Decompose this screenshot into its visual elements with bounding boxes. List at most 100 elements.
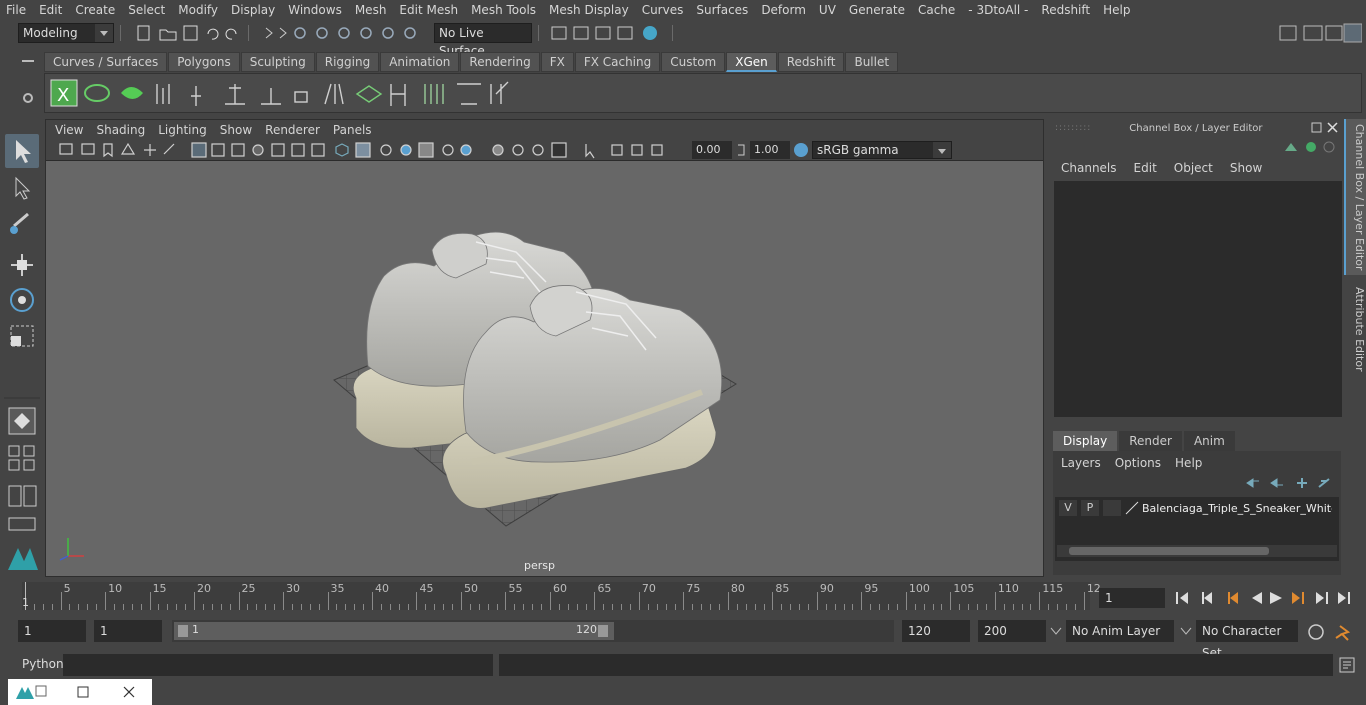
panel-window-icons[interactable] [1310, 121, 1340, 135]
menu-uv[interactable]: UV [819, 3, 836, 17]
layer-row[interactable]: V P Balenciaga_Triple_S_Sneaker_White_l [1055, 499, 1339, 517]
shelf-tab-redshift[interactable]: Redshift [777, 52, 845, 72]
channelbox-menu-channels[interactable]: Channels [1061, 161, 1117, 175]
layer-buttons[interactable] [1243, 475, 1333, 491]
tab-display[interactable]: Display [1053, 431, 1118, 451]
shelf-tab-custom[interactable]: Custom [661, 52, 726, 72]
menu-mesh-display[interactable]: Mesh Display [549, 3, 629, 17]
toolbox-icons[interactable] [0, 130, 44, 580]
range-left-grip[interactable] [178, 625, 188, 637]
scrollbar-thumb[interactable] [1069, 547, 1269, 555]
menu-mesh-tools[interactable]: Mesh Tools [471, 3, 536, 17]
channelbox-menu-edit[interactable]: Edit [1134, 161, 1157, 175]
playback-start-field[interactable]: 1 [94, 620, 162, 642]
channelbox-menu-object[interactable]: Object [1174, 161, 1213, 175]
viewport-menu-renderer[interactable]: Renderer [265, 123, 320, 137]
range-slider-handle[interactable]: 1 120 [174, 622, 614, 640]
playback-end-field[interactable]: 120 [902, 620, 970, 642]
layer-visibility-toggle[interactable]: V [1059, 500, 1077, 516]
menu-mesh[interactable]: Mesh [355, 3, 387, 17]
gamma-field[interactable]: 1.00 [750, 140, 790, 159]
arrow-icons[interactable] [260, 24, 290, 42]
colorspace-dropdown[interactable]: sRGB gamma [812, 140, 952, 159]
shelf-tab-rendering[interactable]: Rendering [460, 52, 540, 72]
shelf-tab-bullet[interactable]: Bullet [845, 52, 899, 72]
character-set-field[interactable]: No Character Set [1196, 620, 1298, 660]
live-surface-field[interactable]: No Live Surface [434, 23, 532, 58]
range-slider-track[interactable]: 1 120 [172, 620, 894, 642]
layer-menu-options[interactable]: Options [1115, 456, 1161, 470]
timeline-tick [852, 604, 854, 610]
viewport-menu-shading[interactable]: Shading [96, 123, 145, 137]
layer-playback-toggle[interactable]: P [1081, 500, 1099, 516]
chevron-down-icon[interactable] [1050, 626, 1062, 636]
range-right-grip[interactable] [598, 625, 608, 637]
viewport-persp[interactable]: View Shading Lighting Show Renderer Panels [45, 119, 1044, 577]
menu-select[interactable]: Select [128, 3, 165, 17]
menu-curves[interactable]: Curves [642, 3, 684, 17]
menu-3dtoall[interactable]: - 3DtoAll - [968, 3, 1028, 17]
layer-menu-layers[interactable]: Layers [1061, 456, 1101, 470]
layers-scrollbar[interactable] [1057, 545, 1337, 557]
end-time-field[interactable]: 200 [978, 620, 1046, 642]
workspace-icons[interactable] [1276, 22, 1362, 44]
shelf-tab-sculpting[interactable]: Sculpting [240, 52, 315, 72]
menu-windows[interactable]: Windows [288, 3, 342, 17]
render-icons[interactable] [550, 24, 666, 42]
viewport-menu-view[interactable]: View [55, 123, 83, 137]
viewport-menu-show[interactable]: Show [220, 123, 252, 137]
viewport-menu-panels[interactable]: Panels [333, 123, 372, 137]
menu-create[interactable]: Create [75, 3, 115, 17]
anim-prefs-icons[interactable] [1306, 622, 1362, 642]
chevron-down-icon[interactable] [1180, 626, 1192, 636]
shelf-options-icons[interactable] [20, 58, 36, 108]
menu-display[interactable]: Display [231, 3, 275, 17]
menu-file[interactable]: File [6, 3, 26, 17]
menu-edit-mesh[interactable]: Edit Mesh [399, 3, 458, 17]
viewport-menu-lighting[interactable]: Lighting [158, 123, 207, 137]
menu-cache[interactable]: Cache [918, 3, 955, 17]
playback-controls[interactable] [1172, 588, 1362, 608]
anim-layer-field[interactable]: No Anim Layer [1066, 620, 1174, 642]
shelf-tab-curves-surfaces[interactable]: Curves / Surfaces [44, 52, 168, 72]
layer-display-type[interactable] [1103, 500, 1121, 516]
command-input[interactable] [63, 654, 493, 676]
start-time-field[interactable]: 1 [18, 620, 86, 642]
shelf-tab-rigging[interactable]: Rigging [315, 52, 380, 72]
shelf-tab-fx-caching[interactable]: FX Caching [574, 52, 661, 72]
panel-option-icons[interactable] [1281, 139, 1341, 155]
file-tools-icons[interactable] [132, 24, 242, 42]
menu-help[interactable]: Help [1103, 3, 1130, 17]
time-slider[interactable]: 5 10 15 20 25 30 35 40 45 50 55 60 65 70 75 80 85 90 95 100… [22, 582, 1101, 610]
menu-deform[interactable]: Deform [761, 3, 806, 17]
menu-generate[interactable]: Generate [849, 3, 905, 17]
script-editor-icon[interactable] [1338, 656, 1356, 674]
menu-modify[interactable]: Modify [178, 3, 218, 17]
viewport-scene[interactable]: persp [46, 162, 1043, 576]
tab-anim[interactable]: Anim [1183, 431, 1235, 451]
menu-surfaces[interactable]: Surfaces [696, 3, 748, 17]
color-management-icon[interactable] [790, 141, 812, 159]
tab-render[interactable]: Render [1119, 431, 1182, 451]
channels-list[interactable] [1054, 181, 1342, 417]
shelf-tab-polygons[interactable]: Polygons [168, 52, 240, 72]
shelf-tab-fx[interactable]: FX [540, 52, 574, 72]
xgen-shelf-icons[interactable]: X [45, 74, 525, 112]
menu-edit[interactable]: Edit [39, 3, 62, 17]
menu-redshift[interactable]: Redshift [1041, 3, 1090, 17]
current-frame-field[interactable]: 1 [1099, 588, 1165, 608]
exposure-field[interactable]: 0.00 [692, 140, 732, 159]
drag-handle[interactable]: ::::::::: [1055, 123, 1091, 133]
layer-menu-help[interactable]: Help [1175, 456, 1202, 470]
channelbox-menu-show[interactable]: Show [1230, 161, 1262, 175]
snap-icons[interactable] [290, 24, 430, 42]
viewport-toolbar-icons[interactable] [46, 140, 686, 160]
window-controls[interactable] [8, 679, 152, 705]
shelf-tab-animation[interactable]: Animation [380, 52, 460, 72]
shelf-tab-xgen[interactable]: XGen [726, 52, 777, 72]
tab-channel-box[interactable]: Channel Box / Layer Editor [1344, 119, 1366, 275]
layer-color-icon[interactable] [1124, 500, 1140, 516]
command-language-label[interactable]: Python [22, 657, 64, 671]
tab-attribute-editor[interactable]: Attribute Editor [1344, 281, 1366, 377]
mode-dropdown[interactable]: Modeling [18, 23, 114, 43]
